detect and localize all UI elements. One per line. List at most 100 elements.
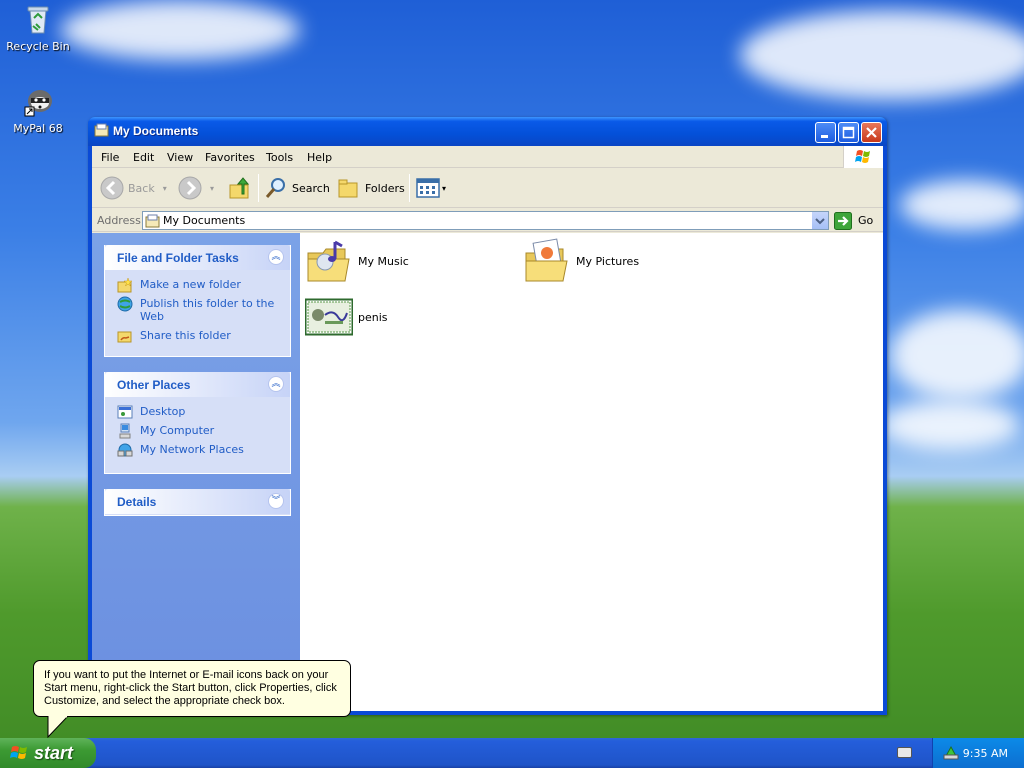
place-desktop[interactable]: Desktop: [117, 405, 280, 419]
panel-header[interactable]: Other Places ︽: [105, 372, 290, 397]
start-label: start: [34, 742, 74, 763]
system-tray: 9:35 AM: [932, 738, 1024, 768]
menu-view[interactable]: View: [167, 151, 193, 164]
panel-header[interactable]: File and Folder Tasks ︽: [105, 245, 290, 270]
collapse-icon[interactable]: ︽: [268, 249, 284, 265]
title-bar[interactable]: My Documents: [88, 117, 887, 146]
file-label: penis: [358, 310, 388, 324]
content-area: File and Folder Tasks ︽ Make a new folde…: [92, 233, 883, 711]
place-label: My Computer: [140, 424, 215, 437]
cloud: [740, 10, 1024, 100]
new-folder-icon: [117, 277, 133, 293]
panel-header[interactable]: Details ︾: [105, 489, 290, 514]
clock[interactable]: 9:35 AM: [963, 747, 1008, 760]
menu-edit[interactable]: Edit: [133, 151, 154, 164]
menu-tools[interactable]: Tools: [266, 151, 293, 164]
collapse-icon[interactable]: ︽: [268, 376, 284, 392]
panel-other-places: Other Places ︽ Desktop My Computer My Ne…: [104, 372, 291, 474]
desktop-icon-label: Recycle Bin: [6, 40, 70, 53]
task-share-folder[interactable]: Share this folder: [117, 329, 280, 343]
taskbar: start 9:35 AM: [0, 738, 1024, 768]
expand-icon[interactable]: ︾: [268, 493, 284, 509]
pictures-folder-icon: [523, 237, 571, 285]
place-label: My Network Places: [140, 443, 244, 456]
address-value: My Documents: [163, 214, 246, 227]
window-title: My Documents: [113, 124, 199, 138]
folders-icon: [338, 179, 358, 198]
recycle-bin-icon: [22, 4, 54, 36]
notification-balloon[interactable]: If you want to put the Internet or E-mai…: [33, 660, 351, 717]
folder-icon: [145, 214, 160, 228]
address-label: Address: [97, 214, 141, 227]
maximize-button[interactable]: [838, 122, 859, 143]
menu-help[interactable]: Help: [307, 151, 332, 164]
close-button[interactable]: [861, 122, 882, 143]
task-label: Make a new folder: [140, 278, 241, 291]
file-item-my-pictures[interactable]: My Pictures: [523, 237, 639, 285]
file-label: My Pictures: [576, 254, 640, 268]
file-item-penis[interactable]: penis: [304, 293, 388, 341]
views-button[interactable]: ▾: [416, 176, 446, 200]
up-folder-icon: [229, 177, 250, 199]
desktop-icon-mypal[interactable]: MyPal 68: [0, 86, 76, 135]
windows-logo-icon: [10, 746, 27, 759]
chevron-down-icon: ▾: [162, 183, 167, 193]
go-arrow-icon: [834, 211, 852, 230]
place-label: Desktop: [140, 405, 186, 418]
address-bar: Address My Documents Go: [92, 209, 883, 232]
start-button[interactable]: start: [0, 738, 96, 768]
views-icon: [416, 178, 440, 198]
menu-file[interactable]: File: [101, 151, 119, 164]
panel-title: Other Places: [117, 378, 191, 392]
search-label: Search: [292, 181, 330, 195]
standard-toolbar: Back ▾ ▾ Search Folders ▾: [92, 168, 883, 208]
place-my-network-places[interactable]: My Network Places: [117, 443, 280, 457]
balloon-tail: [47, 716, 69, 738]
search-icon: [265, 178, 285, 198]
address-dropdown-button[interactable]: [811, 212, 828, 229]
chevron-down-icon: ▾: [210, 183, 215, 193]
file-item-my-music[interactable]: My Music: [305, 237, 409, 285]
address-input[interactable]: My Documents: [142, 211, 829, 230]
task-make-new-folder[interactable]: Make a new folder: [117, 277, 280, 293]
mypal-icon: [22, 86, 54, 118]
place-my-computer[interactable]: My Computer: [117, 423, 280, 439]
desktop-icon: [117, 405, 133, 419]
up-folder-button[interactable]: [228, 176, 252, 200]
window-client: File Edit View Favorites Tools Help Back…: [92, 146, 883, 711]
task-publish-folder[interactable]: Publish this folder to the Web: [117, 296, 280, 323]
go-label: Go: [858, 214, 874, 227]
music-folder-icon: [305, 237, 353, 285]
folders-button[interactable]: Folders: [337, 176, 405, 200]
cloud: [900, 180, 1024, 230]
go-button[interactable]: Go: [834, 211, 873, 230]
panel-title: Details: [117, 495, 157, 509]
cloud: [890, 310, 1024, 400]
maximize-icon: [842, 126, 855, 139]
back-arrow-icon: [100, 176, 124, 200]
chevron-down-icon: [815, 218, 825, 225]
chevron-down-icon: ▾: [442, 183, 447, 193]
file-label: My Music: [358, 254, 409, 268]
menu-favorites[interactable]: Favorites: [205, 151, 255, 164]
network-places-icon: [117, 443, 133, 457]
desktop-icon-label: MyPal 68: [13, 122, 63, 135]
toolbar-separator: [258, 174, 259, 202]
file-list: My Music My Pictures penis: [300, 233, 883, 711]
desktop-icon-recycle-bin[interactable]: Recycle Bin: [0, 4, 76, 53]
minimize-button[interactable]: [815, 122, 836, 143]
share-folder-icon: [117, 331, 132, 343]
cloud: [60, 0, 300, 60]
network-tray-icon[interactable]: [943, 744, 959, 760]
keyboard-icon[interactable]: [897, 747, 912, 758]
image-file-icon: [304, 293, 354, 341]
back-button[interactable]: Back ▾: [100, 176, 167, 200]
search-button[interactable]: Search: [264, 176, 330, 200]
panel-details: Details ︾: [104, 489, 291, 516]
toolbar-separator: [409, 174, 410, 202]
explorer-window: My Documents File Edit View Favorites To…: [88, 117, 887, 715]
minimize-icon: [821, 135, 828, 138]
forward-button[interactable]: ▾: [178, 176, 214, 200]
windows-logo-icon: [843, 146, 883, 168]
cloud: [880, 400, 1020, 450]
